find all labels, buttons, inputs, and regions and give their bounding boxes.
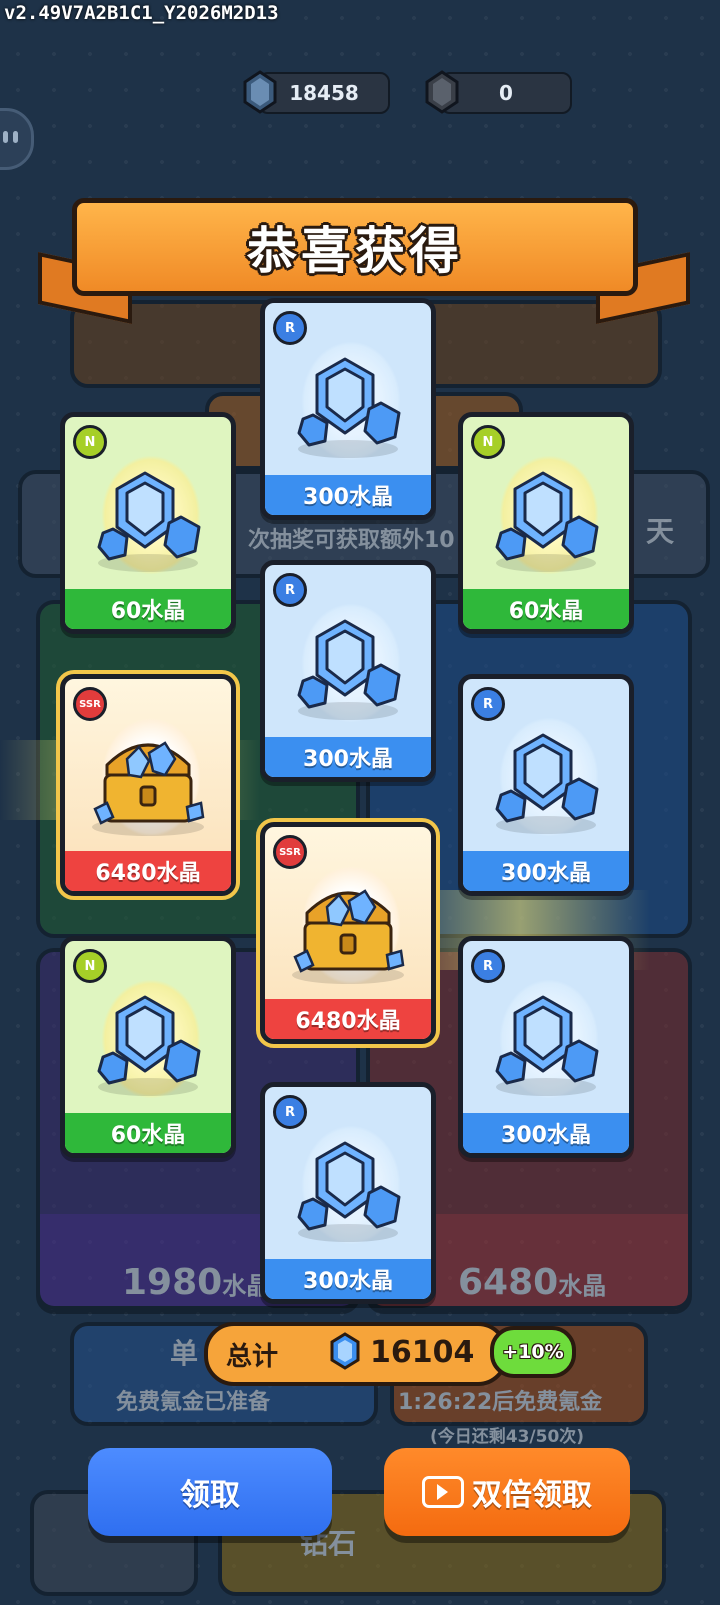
- claim-button[interactable]: 领取: [88, 1448, 332, 1536]
- reward-card: N 60水晶: [458, 412, 634, 634]
- card-reward-label: 300水晶: [463, 851, 629, 891]
- treasure-chest-icon: [283, 865, 413, 989]
- banner-title: 恭喜获得: [247, 222, 463, 280]
- bg-single-draw: 单: [170, 1337, 199, 1370]
- bg-pack-left: 1980水晶: [122, 1262, 271, 1303]
- card-reward-label: 300水晶: [463, 1113, 629, 1153]
- crystal-icon: [283, 341, 413, 465]
- reward-card: N 60水晶: [60, 412, 236, 634]
- reward-card: N 60水晶: [60, 936, 236, 1158]
- rarity-badge: SSR: [273, 835, 307, 869]
- reward-card: R 300水晶: [260, 560, 436, 782]
- crystal-icon: [283, 603, 413, 727]
- video-icon: [422, 1476, 464, 1508]
- reward-card: R 300水晶: [458, 674, 634, 896]
- rarity-badge: N: [471, 425, 505, 459]
- reward-card: SSR 6480水晶: [56, 670, 240, 900]
- bg-free-timer: 1:26:22后免费氪金: [398, 1390, 603, 1415]
- reward-card: R 300水晶: [260, 1082, 436, 1304]
- reward-card: R 300水晶: [458, 936, 634, 1158]
- crystal-icon: [330, 1332, 360, 1370]
- card-reward-label: 300水晶: [265, 737, 431, 777]
- rarity-badge: R: [273, 311, 307, 345]
- bg-pack-right: 6480水晶: [458, 1262, 607, 1303]
- card-reward-label: 60水晶: [65, 1113, 231, 1153]
- double-claim-button[interactable]: 双倍领取: [384, 1448, 630, 1536]
- bg-day-text: 天: [646, 515, 675, 548]
- crystal-icon: [83, 979, 213, 1103]
- double-claim-button-label: 双倍领取: [472, 1478, 592, 1513]
- bg-daily-remaining: (今日还剩43/50次): [430, 1427, 585, 1447]
- crystal-icon: [283, 1125, 413, 1249]
- bg-free-ready: 免费氪金已准备: [116, 1390, 271, 1415]
- total-bar: 总计 16104: [204, 1322, 508, 1386]
- crystal-icon: [83, 455, 213, 579]
- crystal-icon: [481, 455, 611, 579]
- rarity-badge: R: [471, 687, 505, 721]
- rarity-badge: R: [471, 949, 505, 983]
- reward-banner: 恭喜获得: [72, 198, 638, 296]
- crystal-icon: [481, 717, 611, 841]
- card-reward-label: 6480水晶: [265, 999, 431, 1039]
- rarity-badge: N: [73, 949, 107, 983]
- treasure-chest-icon: [83, 717, 213, 841]
- card-reward-label: 60水晶: [463, 589, 629, 629]
- total-label: 总计: [226, 1341, 279, 1372]
- crystal-icon: [481, 979, 611, 1103]
- claim-button-label: 领取: [180, 1478, 240, 1513]
- rarity-badge: SSR: [73, 687, 107, 721]
- rarity-badge: R: [273, 1095, 307, 1129]
- bg-hint-text: 次抽奖可获取额外10: [248, 528, 455, 553]
- card-reward-label: 60水晶: [65, 589, 231, 629]
- rarity-badge: R: [273, 573, 307, 607]
- bonus-badge: +10%: [490, 1326, 576, 1378]
- reward-card: R 300水晶: [260, 298, 436, 520]
- reward-card: SSR 6480水晶: [256, 818, 440, 1048]
- card-reward-label: 300水晶: [265, 475, 431, 515]
- total-value: 16104: [370, 1335, 475, 1370]
- card-reward-label: 6480水晶: [65, 851, 231, 891]
- rarity-badge: N: [73, 425, 107, 459]
- card-reward-label: 300水晶: [265, 1259, 431, 1299]
